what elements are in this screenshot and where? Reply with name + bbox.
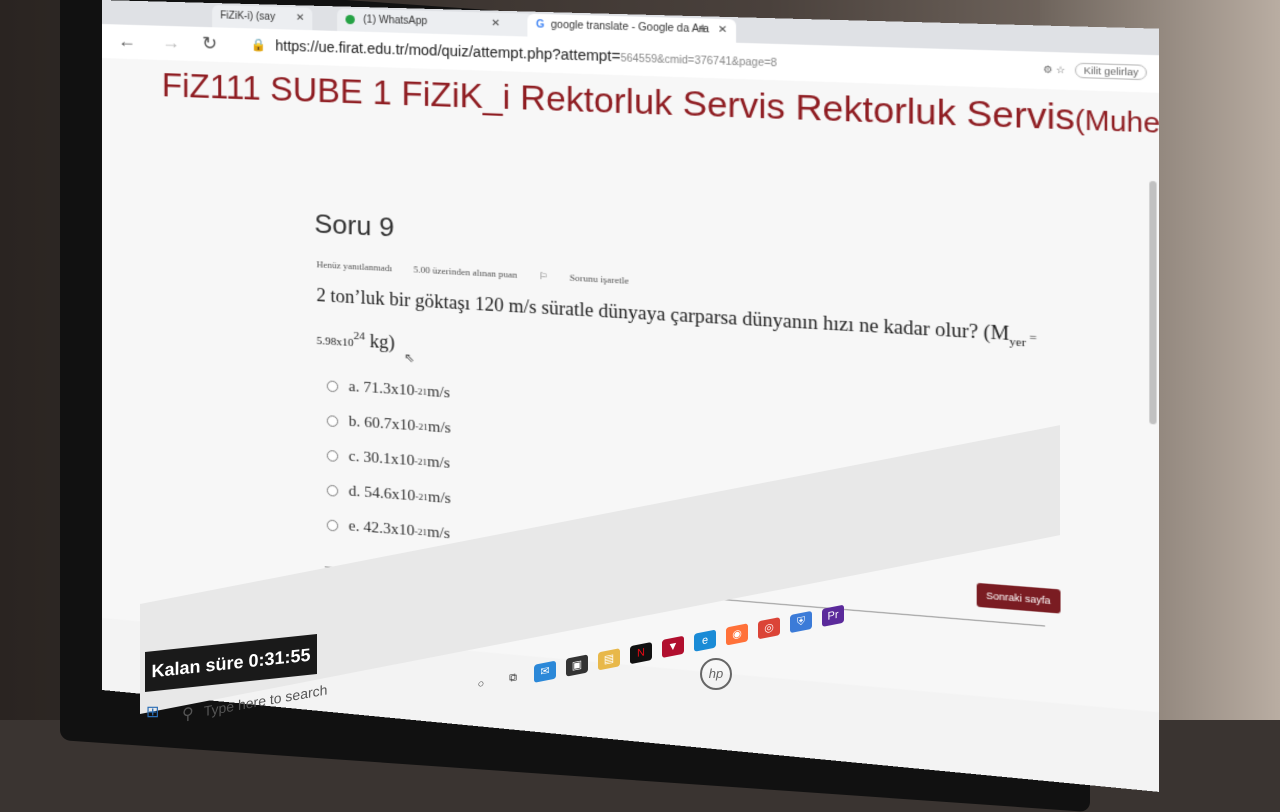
extensions: ⚙ ☆ Kilit gelirlay — [1043, 62, 1147, 81]
scrollbar[interactable] — [1149, 180, 1157, 425]
option-exponent: -21 — [415, 491, 428, 503]
flag-question-link[interactable]: ⚐ Sorunu işaretle — [539, 271, 649, 287]
option-label: d. 54.6x10 — [348, 482, 416, 505]
forward-icon[interactable]: → — [162, 32, 180, 54]
question-points: 5.00 üzerinden alınan puan — [413, 264, 518, 281]
question-subscript: yer — [1009, 335, 1027, 350]
extension-icon[interactable]: ⚙ — [1043, 64, 1053, 75]
radio-button[interactable] — [326, 518, 339, 532]
whatsapp-icon — [345, 14, 355, 25]
flag-icon: ⚐ — [538, 270, 548, 282]
tab-label: (1) WhatsApp — [363, 14, 428, 28]
course-title-suffix: (Muhendislik) — [1074, 105, 1160, 143]
url-rest: 564559&cmid=376741&page=8 — [620, 52, 777, 70]
question-unit: kg) — [364, 330, 395, 353]
radio-button[interactable] — [326, 484, 339, 497]
option-exponent: -21 — [414, 385, 428, 398]
url-field[interactable]: https://ue.firat.edu.tr/mod/quiz/attempt… — [275, 37, 777, 69]
flag-label: Sorunu işaretle — [569, 272, 629, 286]
question-exponent: 24 — [353, 329, 365, 343]
question-heading: Soru 9 — [314, 207, 395, 243]
lock-icon: 🔒 — [250, 37, 267, 53]
radio-button[interactable] — [326, 379, 339, 392]
option-label: c. 30.1x10 — [348, 447, 415, 469]
tab-fizik[interactable]: FiZiK-i) (say ✕ — [212, 5, 313, 31]
option-exponent: -21 — [415, 421, 428, 433]
option-unit: m/s — [427, 418, 451, 437]
extension-icon[interactable]: ☆ — [1056, 64, 1066, 75]
mouse-cursor-icon: ⇖ — [404, 350, 415, 366]
close-icon[interactable]: ✕ — [296, 12, 305, 23]
url-main: https://ue.firat.edu.tr/mod/quiz/attempt… — [275, 37, 621, 65]
question-status: Henüz yanıtlanmadı — [316, 259, 393, 274]
option-label: a. 71.3x10 — [348, 378, 415, 399]
back-icon[interactable]: ← — [118, 30, 136, 52]
option-label: b. 60.7x10 — [348, 413, 416, 434]
windows-start-icon[interactable]: ⊞ — [146, 702, 159, 722]
tab-label: FiZiK-i) (say — [220, 10, 276, 24]
option-label: e. 42.3x10 — [348, 517, 415, 540]
option-unit: m/s — [427, 523, 451, 542]
option-exponent: -21 — [414, 456, 428, 468]
option-unit: m/s — [427, 488, 451, 507]
next-page-button[interactable]: Sonraki sayfa — [976, 582, 1060, 614]
option-unit: m/s — [427, 383, 451, 402]
reload-icon[interactable]: ↻ — [202, 33, 217, 55]
radio-button[interactable] — [326, 449, 339, 462]
question-text-main: 2 ton’luk bir göktaşı 120 m/s süratle dü… — [316, 284, 1010, 345]
tab-label: google translate - Google da Ara — [550, 19, 710, 36]
answer-options: a. 71.3x10 -21 m/s b. 60.7x10 -21 m/s c. 3… — [326, 368, 451, 552]
hp-logo-icon: hp — [700, 658, 732, 690]
google-icon: G — [536, 19, 545, 31]
search-icon: ⚲ — [182, 704, 194, 725]
profile-button[interactable]: Kilit gelirlay — [1075, 62, 1147, 81]
radio-button[interactable] — [326, 414, 339, 427]
option-exponent: -21 — [414, 526, 428, 538]
new-tab-button[interactable]: + — [698, 19, 707, 36]
close-icon[interactable]: ✕ — [718, 24, 727, 36]
option-unit: m/s — [427, 453, 451, 472]
close-icon[interactable]: ✕ — [491, 18, 500, 30]
